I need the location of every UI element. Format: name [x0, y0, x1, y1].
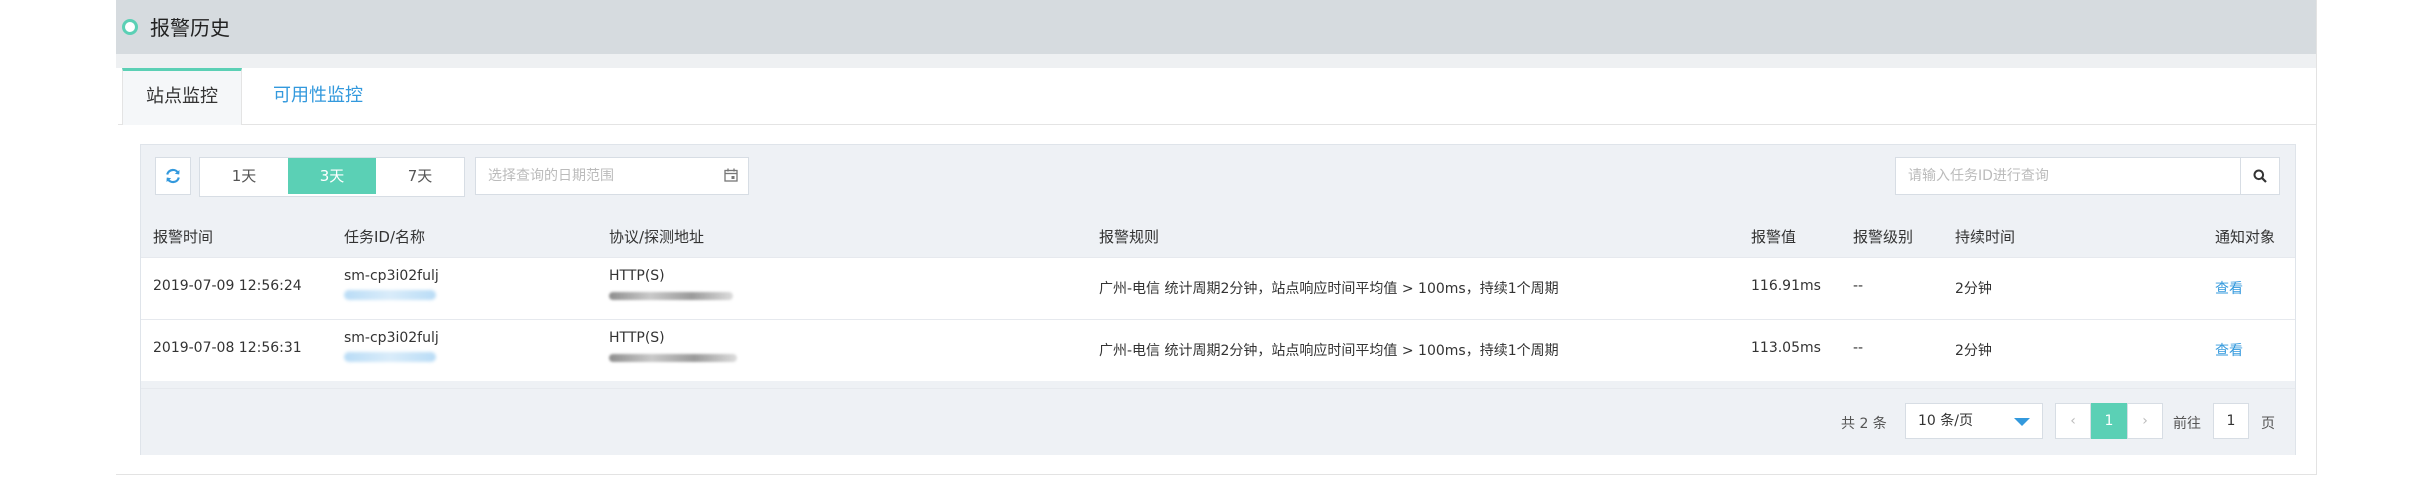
- alarm-value: 113.05ms: [1751, 340, 1821, 356]
- caret-down-icon: [2014, 418, 2030, 426]
- alarm-value: 116.91ms: [1751, 278, 1821, 294]
- alarm-level: --: [1853, 278, 1864, 294]
- col-alarm-level: 报警级别: [1853, 228, 1914, 246]
- table-row: 2019-07-08 12:56:31 sm-cp3i02fulj HTTP(S…: [141, 319, 2295, 381]
- page-size-select[interactable]: 10 条/页: [1905, 403, 2043, 439]
- goto-label: 前往: [2173, 416, 2201, 432]
- chevron-right-icon: ›: [2142, 413, 2148, 429]
- page-unit-label: 页: [2261, 416, 2275, 432]
- task-name-link[interactable]: [344, 350, 436, 366]
- view-notify-link[interactable]: 查看: [2215, 278, 2243, 298]
- search-button[interactable]: [2240, 157, 2280, 195]
- alarm-table: 报警时间 任务ID/名称 协议/探测地址 报警规则 报警值 报警级别 持续时间 …: [141, 213, 2295, 381]
- total-count: 共 2 条: [1841, 416, 1887, 432]
- tab-site-monitor[interactable]: 站点监控: [122, 68, 242, 125]
- goto-page-input[interactable]: 1: [2213, 403, 2249, 439]
- refresh-icon: [166, 168, 180, 184]
- filter-toolbar: 1天 3天 7天 选择查询的日期范围 请输入任务ID进行查询: [141, 145, 2295, 213]
- panel-header: 报警历史: [116, 0, 2316, 54]
- chevron-left-icon: ‹: [2070, 413, 2076, 429]
- col-alarm-value: 报警值: [1751, 228, 1797, 246]
- alarm-duration: 2分钟: [1955, 343, 1992, 359]
- protocol: HTTP(S): [609, 268, 665, 284]
- alarm-level: --: [1853, 340, 1864, 356]
- col-duration: 持续时间: [1955, 228, 2016, 246]
- col-alarm-rule: 报警规则: [1099, 228, 1160, 246]
- col-notify: 通知对象: [2215, 228, 2276, 246]
- date-range-input[interactable]: 选择查询的日期范围: [475, 157, 749, 195]
- header-divider: [116, 54, 2316, 68]
- protocol: HTTP(S): [609, 330, 665, 346]
- col-alarm-time: 报警时间: [153, 228, 214, 246]
- page-size-value: 10 条/页: [1918, 413, 1973, 429]
- task-id: sm-cp3i02fulj: [344, 268, 439, 284]
- circle-icon: [122, 19, 138, 35]
- table-header: 报警时间 任务ID/名称 协议/探测地址 报警规则 报警值 报警级别 持续时间 …: [141, 213, 2295, 257]
- alarm-history-panel: 报警历史 站点监控 可用性监控 1天 3天 7天 选择查询的日期范围 请输入任务…: [116, 0, 2317, 475]
- refresh-button[interactable]: [155, 157, 191, 195]
- task-search: 请输入任务ID进行查询: [1895, 157, 2281, 195]
- tab-bar: 站点监控 可用性监控: [118, 68, 2316, 125]
- date-range-placeholder: 选择查询的日期范围: [488, 168, 614, 184]
- task-id: sm-cp3i02fulj: [344, 330, 439, 346]
- probe-address: [609, 288, 733, 304]
- alarm-list-container: 1天 3天 7天 选择查询的日期范围 请输入任务ID进行查询 报警时间 任务ID…: [140, 144, 2296, 455]
- col-protocol: 协议/探测地址: [609, 228, 705, 246]
- task-name-link[interactable]: [344, 288, 436, 304]
- alarm-duration: 2分钟: [1955, 281, 1992, 297]
- calendar-icon: [724, 168, 738, 182]
- col-task-id: 任务ID/名称: [344, 228, 426, 246]
- alarm-rule: 广州-电信 统计周期2分钟，站点响应时间平均值 > 100ms，持续1个周期: [1099, 343, 1559, 359]
- page-title: 报警历史: [150, 16, 230, 40]
- next-page-button[interactable]: ›: [2127, 403, 2163, 439]
- range-3-days-button[interactable]: 3天: [288, 158, 376, 194]
- prev-page-button[interactable]: ‹: [2055, 403, 2091, 439]
- probe-address: [609, 350, 737, 366]
- search-placeholder: 请输入任务ID进行查询: [1908, 168, 2049, 184]
- alarm-time: 2019-07-08 12:56:31: [153, 340, 302, 356]
- tab-availability-monitor[interactable]: 可用性监控: [258, 68, 378, 124]
- table-row: 2019-07-09 12:56:24 sm-cp3i02fulj HTTP(S…: [141, 257, 2295, 319]
- range-7-days-button[interactable]: 7天: [376, 158, 464, 194]
- page-number-button[interactable]: 1: [2091, 403, 2127, 439]
- alarm-rule: 广州-电信 统计周期2分钟，站点响应时间平均值 > 100ms，持续1个周期: [1099, 281, 1559, 297]
- view-notify-link[interactable]: 查看: [2215, 340, 2243, 360]
- pagination: 共 2 条 10 条/页 ‹ 1 › 前往 1 页: [141, 388, 2295, 455]
- date-range-buttons: 1天 3天 7天: [199, 157, 465, 197]
- alarm-time: 2019-07-09 12:56:24: [153, 278, 302, 294]
- range-1-day-button[interactable]: 1天: [200, 158, 288, 194]
- task-id-search-input[interactable]: 请输入任务ID进行查询: [1895, 157, 2241, 195]
- search-icon: [2253, 169, 2267, 183]
